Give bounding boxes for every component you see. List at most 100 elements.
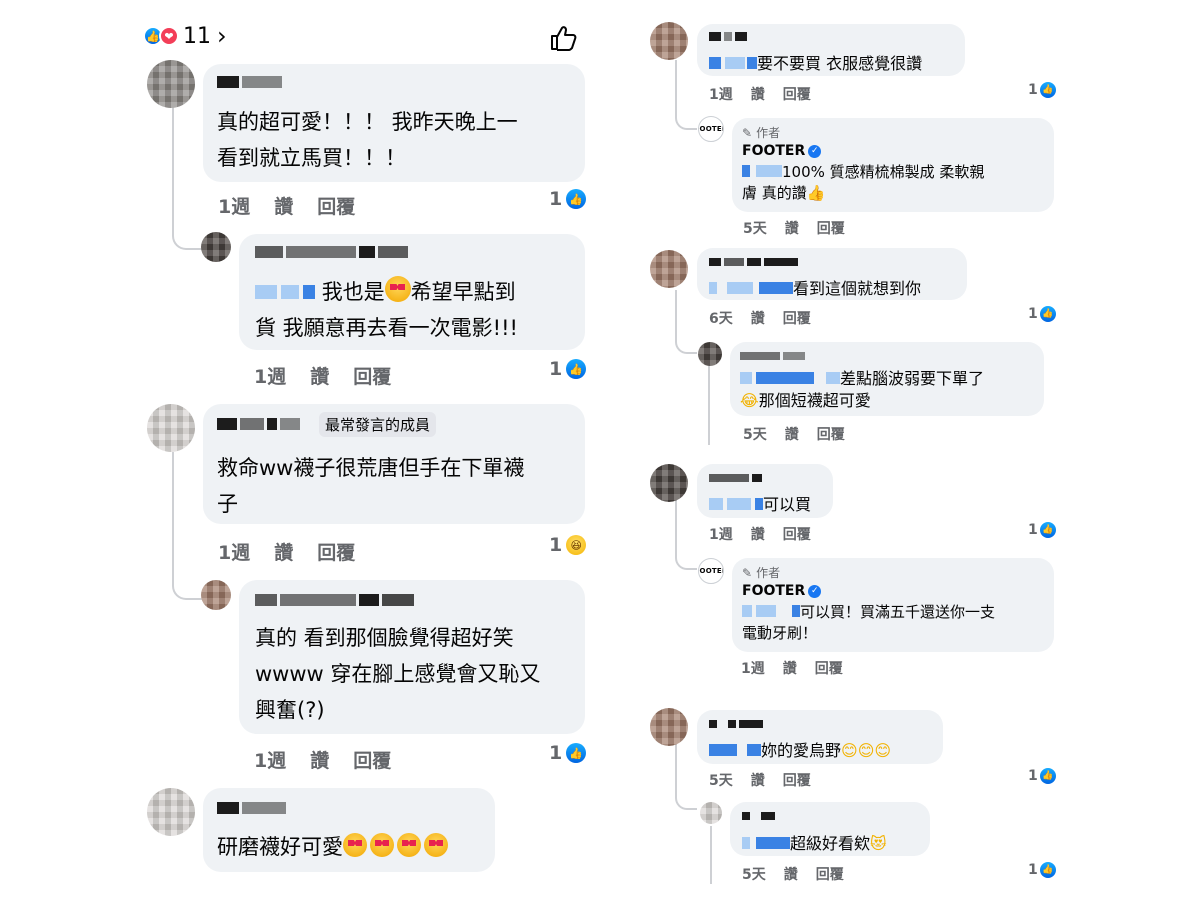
comment-time[interactable]: 1週	[254, 362, 286, 389]
comment-reactions[interactable]: 1 👍	[549, 742, 587, 764]
like-link[interactable]: 讚	[785, 218, 799, 238]
reaction-count: 1	[1028, 522, 1038, 538]
comment-text-part: 膚 真的讚	[742, 184, 807, 202]
comment-meta: 5天 讚 回覆	[743, 218, 845, 238]
reply-link[interactable]: 回覆	[783, 524, 811, 544]
commenter-name[interactable]	[709, 258, 798, 266]
reaction-count: 11	[183, 23, 211, 49]
like-reaction-icon: 👍	[1039, 82, 1056, 98]
reply-link[interactable]: 回覆	[817, 424, 845, 444]
comment-reactions[interactable]: 1 👍	[1028, 522, 1056, 538]
comment-text-part: 研磨襪好可愛	[217, 835, 343, 859]
comment-bubble: ✎ 作者 FOOTER ✓ 100% 質感精梳棉製成 柔軟親 膚 真的讚👍	[732, 118, 1054, 212]
comment-text-part: 希望早點到	[410, 280, 516, 304]
like-link[interactable]: 讚	[274, 192, 293, 219]
avatar[interactable]	[147, 60, 195, 108]
reply-link[interactable]: 回覆	[783, 84, 811, 104]
comment-time[interactable]: 1週	[254, 746, 286, 773]
avatar[interactable]	[698, 342, 722, 366]
commenter-name[interactable]	[742, 812, 775, 820]
page-name[interactable]: FOOTER ✓	[742, 583, 822, 599]
reply-link[interactable]: 回覆	[817, 218, 845, 238]
commenter-name[interactable]	[255, 594, 414, 606]
comment-time[interactable]: 1週	[218, 192, 250, 219]
avatar[interactable]	[650, 464, 688, 502]
smiling-emoji: 😊😊😊	[841, 741, 892, 760]
reply-link[interactable]: 回覆	[353, 746, 391, 773]
comment-time[interactable]: 1週	[709, 84, 733, 104]
footer-logo-avatar[interactable]: FOOTER	[698, 558, 724, 584]
comment-time[interactable]: 1週	[709, 524, 733, 544]
commenter-name[interactable]	[709, 32, 747, 41]
like-reaction-icon: 👍	[1039, 862, 1056, 878]
author-tag: ✎ 作者	[742, 124, 780, 141]
like-link[interactable]: 讚	[751, 308, 765, 328]
avatar[interactable]	[147, 788, 195, 836]
reaction-count: 1	[549, 534, 563, 556]
like-link[interactable]: 讚	[785, 424, 799, 444]
avatar[interactable]	[650, 708, 688, 746]
like-link[interactable]: 讚	[784, 864, 798, 884]
reaction-summary[interactable]: 👍 ❤ 11 ›	[143, 22, 227, 50]
comment-meta: 1週 讚 回覆	[709, 84, 811, 104]
author-label: 作者	[756, 566, 781, 580]
comment-reactions[interactable]: 1 👍	[1028, 306, 1056, 322]
comment-text-part: 我也是	[321, 280, 385, 304]
reply-link[interactable]: 回覆	[783, 308, 811, 328]
reply-link[interactable]: 回覆	[815, 658, 843, 678]
comment-bubble: 研磨襪好可愛	[203, 788, 495, 872]
like-button[interactable]	[549, 24, 579, 52]
comment-reactions[interactable]: 1 👍	[1028, 768, 1056, 784]
page-name-text: FOOTER	[742, 143, 806, 159]
avatar[interactable]	[650, 22, 688, 60]
avatar[interactable]	[147, 404, 195, 452]
commenter-name[interactable]	[217, 802, 286, 814]
avatar[interactable]	[201, 232, 231, 262]
like-reaction-icon: 👍	[1039, 306, 1056, 322]
commenter-name[interactable]	[709, 474, 762, 482]
comment-reactions[interactable]: 1 👍	[1028, 82, 1056, 98]
commenter-name[interactable]	[740, 352, 805, 360]
thread-line	[172, 452, 202, 600]
reply-link[interactable]: 回覆	[353, 362, 391, 389]
reply-link[interactable]: 回覆	[317, 538, 355, 565]
footer-logo-avatar[interactable]: FOOTER	[698, 116, 724, 142]
reply-link[interactable]: 回覆	[317, 192, 355, 219]
comment-time[interactable]: 5天	[742, 864, 766, 884]
comment-reactions[interactable]: 1 👍	[549, 358, 587, 380]
comment-reactions[interactable]: 1 😆	[549, 534, 587, 556]
avatar[interactable]	[700, 802, 722, 824]
like-link[interactable]: 讚	[310, 746, 329, 773]
page-name[interactable]: FOOTER ✓	[742, 143, 822, 159]
commenter-name[interactable]	[217, 418, 300, 430]
comment-bubble: 差點腦波弱要下單了 😂那個短襪超可愛	[730, 342, 1044, 416]
comment-time[interactable]: 1週	[218, 538, 250, 565]
like-link[interactable]: 讚	[751, 84, 765, 104]
reaction-count: 1	[549, 358, 563, 380]
like-link[interactable]: 讚	[751, 770, 765, 790]
like-link[interactable]: 讚	[310, 362, 329, 389]
comment-reactions[interactable]: 1 👍	[549, 188, 587, 210]
avatar[interactable]	[650, 250, 688, 288]
comment-time[interactable]: 6天	[709, 308, 733, 328]
comment-time[interactable]: 5天	[709, 770, 733, 790]
commenter-name[interactable]	[709, 720, 763, 728]
comment-reactions[interactable]: 1 👍	[1028, 862, 1056, 878]
comment-text: 真的超可愛！！！ 我昨天晚上一 看到就立馬買！！！	[217, 110, 518, 170]
like-link[interactable]: 讚	[751, 524, 765, 544]
reply-link[interactable]: 回覆	[783, 770, 811, 790]
reaction-count: 1	[549, 188, 563, 210]
comment-meta: 1週 讚 回覆	[218, 192, 355, 219]
comment-meta: 1週 讚 回覆	[254, 362, 391, 389]
like-link[interactable]: 讚	[783, 658, 797, 678]
like-link[interactable]: 讚	[274, 538, 293, 565]
comment-time[interactable]: 5天	[743, 424, 767, 444]
top-contributor-badge: 最常發言的成員	[319, 412, 437, 437]
commenter-name[interactable]	[255, 246, 408, 258]
comment-time[interactable]: 1週	[741, 658, 765, 678]
reply-link[interactable]: 回覆	[816, 864, 844, 884]
comment-text-part: 差點腦波弱要下單了	[840, 369, 985, 388]
comment-time[interactable]: 5天	[743, 218, 767, 238]
avatar[interactable]	[201, 580, 231, 610]
commenter-name[interactable]	[217, 76, 282, 88]
